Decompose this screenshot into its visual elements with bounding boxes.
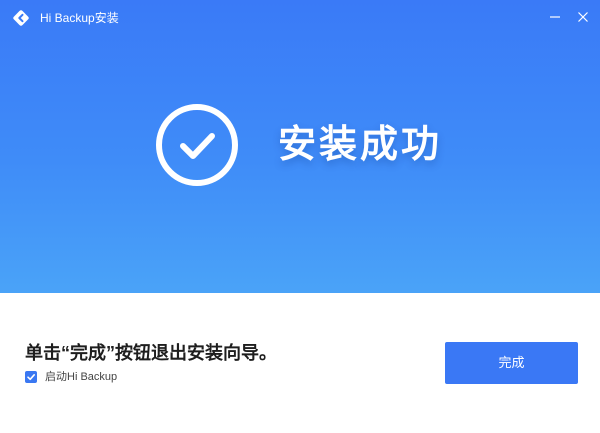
hero-banner: Hi Backup安装 安装成功 — [0, 0, 600, 293]
close-button[interactable] — [570, 5, 596, 29]
hi-backup-logo-icon — [12, 9, 30, 27]
close-icon — [570, 5, 596, 29]
check-circle-icon — [153, 101, 241, 189]
install-success-title: 安装成功 — [278, 124, 443, 166]
checkmark-icon — [27, 374, 35, 381]
exit-wizard-message: 单击“完成”按钮退出安装向导。 — [25, 343, 277, 363]
installer-window: Hi Backup安装 安装成功 单击“完成”按钮退出安装向导。 启动Hi Ba… — [0, 0, 600, 433]
launch-app-label: 启动Hi Backup — [45, 371, 118, 383]
minimize-button[interactable] — [542, 5, 568, 29]
footer-panel: 单击“完成”按钮退出安装向导。 启动Hi Backup 完成 — [0, 293, 600, 433]
window-title: Hi Backup安装 — [40, 11, 119, 25]
finish-button[interactable]: 完成 — [445, 342, 578, 384]
launch-app-checkbox[interactable] — [25, 371, 37, 383]
title-bar: Hi Backup安装 — [0, 0, 600, 34]
minimize-icon — [542, 5, 568, 29]
